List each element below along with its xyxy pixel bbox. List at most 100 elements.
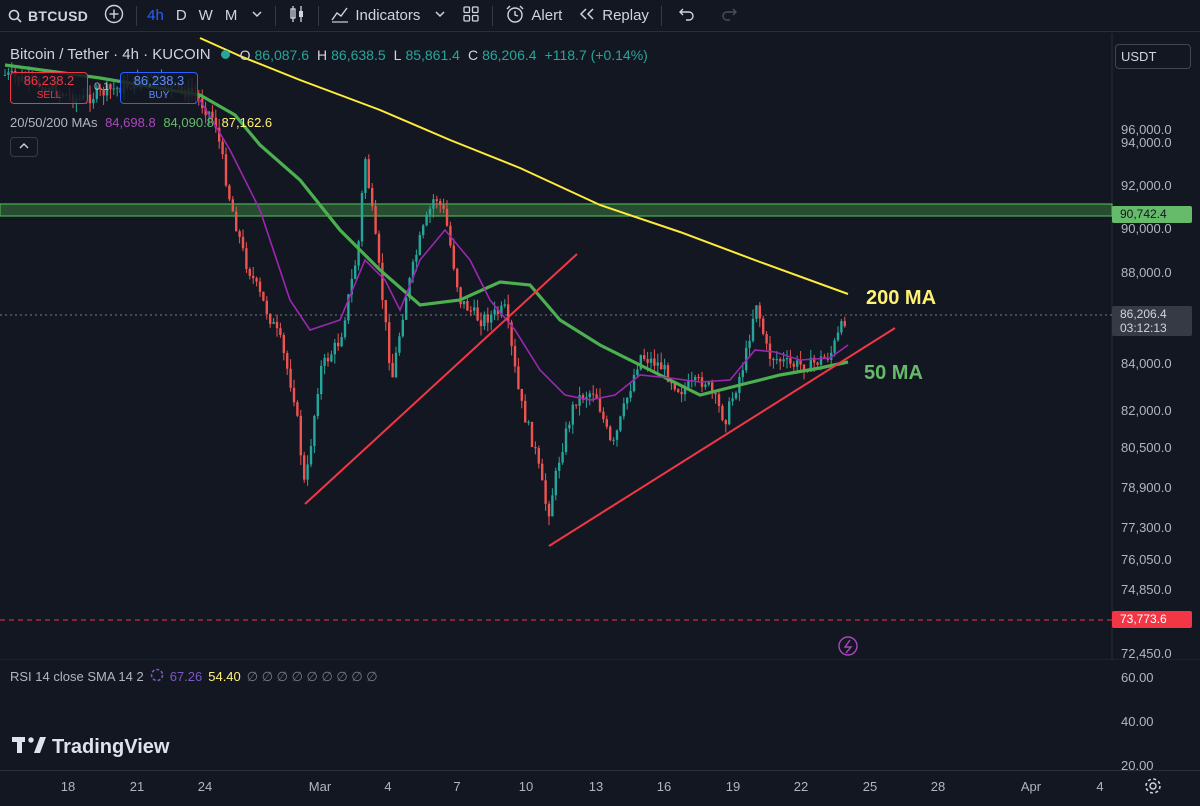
- support-price-tag: 73,773.6: [1112, 611, 1192, 628]
- candle-body: [632, 375, 636, 392]
- candle-body: [262, 291, 265, 301]
- price-scale-label: 72,450.0: [1121, 646, 1172, 661]
- candle-body: [714, 392, 717, 395]
- candle-body: [333, 342, 336, 355]
- candle-body: [275, 321, 279, 329]
- candle-body: [255, 278, 258, 282]
- redo-button[interactable]: [708, 0, 750, 32]
- candle-body: [622, 403, 625, 417]
- compare-button[interactable]: [96, 0, 132, 32]
- toolbar-divider: [318, 5, 320, 26]
- sell-label: SELL: [36, 90, 62, 101]
- market-open-indicator: [220, 50, 230, 59]
- candle-body: [442, 204, 445, 209]
- rsi-legend[interactable]: RSI 14 close SMA 14 2 67.26 54.40 ∅ ∅ ∅ …: [10, 668, 378, 685]
- ma-legend-name: 20/50/200 MAs: [10, 115, 98, 130]
- chevron-up-icon: [19, 141, 29, 153]
- candle-body: [337, 342, 340, 347]
- candle-body: [418, 235, 421, 255]
- candle-body: [687, 380, 690, 388]
- legend-title[interactable]: Bitcoin / Tether · 4h · KUCOIN: [10, 46, 211, 63]
- timeframe-4h[interactable]: 4h: [141, 0, 170, 32]
- gear-icon[interactable]: [1143, 776, 1163, 801]
- candle-body: [224, 154, 228, 186]
- candle-body: [605, 419, 608, 427]
- candle-body: [758, 305, 761, 319]
- candle-body: [619, 416, 622, 431]
- chart-type-button[interactable]: [280, 0, 314, 32]
- candle-body: [649, 358, 653, 363]
- indicators-icon: [331, 5, 349, 27]
- open-value: 86,087.6: [254, 46, 310, 63]
- candle-body: [524, 400, 527, 423]
- date-label: 10: [518, 779, 534, 794]
- candle-body: [598, 398, 602, 412]
- last-price: 86,206.4: [1120, 307, 1167, 321]
- candle-body: [432, 199, 435, 209]
- timeframe-m[interactable]: M: [219, 0, 244, 32]
- currency-select[interactable]: USDT: [1115, 44, 1191, 69]
- candle-body: [452, 245, 455, 269]
- buy-price: 86,238.3: [133, 73, 185, 88]
- candle-body: [595, 394, 598, 399]
- ma-legend[interactable]: 20/50/200 MAs 84,698.8 84,090.8 87,162.6: [10, 115, 276, 130]
- alert-button[interactable]: Alert: [497, 0, 570, 32]
- candle-body: [313, 415, 316, 447]
- timeframe-d[interactable]: D: [170, 0, 193, 32]
- rsi-scale-label: 60.00: [1121, 670, 1154, 685]
- candle-body: [357, 241, 360, 266]
- candle-body: [578, 395, 581, 406]
- candle-body: [401, 319, 404, 337]
- timeframe-w[interactable]: W: [193, 0, 219, 32]
- toolbar-divider: [275, 5, 277, 26]
- candle-body: [466, 300, 469, 311]
- tradingview-logo-icon: [12, 736, 46, 759]
- candle-body: [483, 314, 486, 327]
- event-flash-icon: [838, 636, 858, 656]
- candle-body: [323, 357, 326, 366]
- date-label: 13: [588, 779, 604, 794]
- ma50-value: 84,090.8: [163, 115, 214, 130]
- candle-body: [343, 320, 347, 338]
- time-axis[interactable]: 18 21 24 Mar 4 7 10 13 16 19 22 25 28 Apr 4: [0, 770, 1200, 806]
- candle-body: [428, 208, 432, 215]
- candle-body: [741, 370, 744, 377]
- timeframe-dropdown[interactable]: [243, 0, 271, 32]
- low-label: L: [393, 46, 402, 63]
- candle-body: [252, 275, 255, 279]
- candle-body: [330, 354, 333, 362]
- undo-button[interactable]: [666, 0, 708, 32]
- collapse-legend-button[interactable]: [10, 137, 38, 157]
- candle-body: [473, 307, 476, 311]
- rsi-settings-icon: [150, 668, 164, 685]
- candle-body: [116, 87, 119, 89]
- candle-body: [816, 362, 819, 365]
- candle-body: [377, 233, 381, 263]
- sell-button[interactable]: 86,238.2 SELL: [10, 72, 88, 104]
- candle-body: [265, 300, 268, 315]
- indicators-button[interactable]: Indicators: [323, 0, 454, 32]
- low-value: 85,861.4: [405, 46, 460, 63]
- candle-body: [704, 384, 707, 387]
- candle-body: [320, 365, 323, 395]
- symbol-search[interactable]: BTCUSD: [0, 0, 96, 32]
- candle-body: [823, 356, 826, 358]
- replay-button[interactable]: Replay: [570, 0, 657, 32]
- buy-button[interactable]: 86,238.3 BUY: [120, 72, 198, 104]
- candle-body: [456, 268, 459, 288]
- templates-button[interactable]: [454, 0, 488, 32]
- candle-body: [680, 391, 683, 395]
- candle-body: [415, 254, 418, 262]
- candle-body: [707, 382, 710, 385]
- ma50-annotation: 50 MA: [864, 362, 923, 384]
- upper-trendline: [304, 253, 578, 505]
- candle-body: [836, 332, 840, 341]
- ma200-value: 87,162.6: [221, 115, 273, 130]
- date-label: 4: [384, 779, 392, 794]
- date-label: 22: [793, 779, 809, 794]
- price-scale-label: 74,850.0: [1121, 582, 1172, 597]
- candle-body: [646, 359, 649, 363]
- candle-body: [636, 369, 639, 376]
- candle-body: [717, 394, 721, 406]
- candle-body: [245, 248, 248, 270]
